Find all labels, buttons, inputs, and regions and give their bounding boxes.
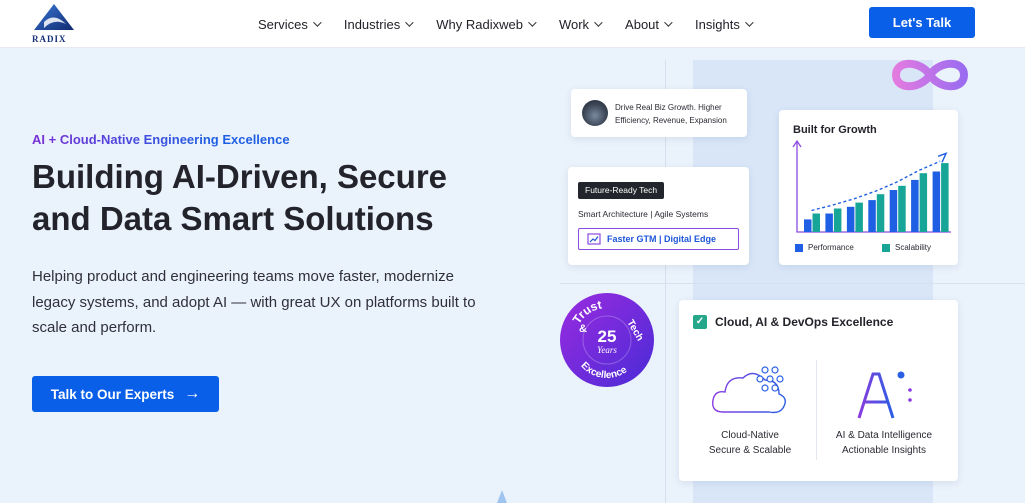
bar-performance-4 [868,200,876,232]
feature-cloud-native: Cloud-Native Secure & Scalable [708,430,792,456]
badge-ring-left: & [579,323,587,335]
ai-letters-icon [857,371,912,419]
main-nav: Services Industries Why Radixweb Work Ab… [258,0,776,48]
bar-performance-1 [804,219,812,232]
badge-number: 25 [598,327,617,346]
growth-bar-chart [792,139,951,233]
chevron-down-icon [594,18,603,27]
legend-swatch-scalability [882,243,890,252]
cloud-network-icon [712,366,786,414]
bar-performance-6 [911,179,919,232]
nav-work[interactable]: Work [559,17,603,32]
growth-chart-icon [587,233,601,245]
bar-performance-3 [846,206,855,232]
feature-divider [816,360,817,460]
chevron-down-icon [405,18,414,27]
nav-services[interactable]: Services [258,17,322,32]
legend-scalability: Scalability [882,243,931,252]
nav-industries[interactable]: Industries [344,17,414,32]
cloud-card-title: Cloud, AI & DevOps Excellence [715,315,894,329]
badge-unit: Years [597,345,617,355]
chevron-down-icon [664,18,673,27]
future-ready-card: Future-Ready Tech Smart Architecture | A… [568,167,749,265]
bar-performance-7 [932,171,941,232]
bar-performance-5 [889,190,898,232]
bar-scalability-3 [855,202,863,232]
growth-card: Drive Real Biz Growth. Higher Efficiency… [571,89,747,137]
arrow-right-icon: → [184,385,201,402]
legend-performance: Performance [795,243,854,252]
bar-scalability-7 [941,163,949,232]
bar-scalability-2 [833,208,842,232]
grid-line [560,283,1025,284]
smart-architecture-text: Smart Architecture | Agile Systems [578,209,709,219]
nav-insights[interactable]: Insights [695,17,754,32]
cloud-ai-devops-card: ✓ Cloud, AI & DevOps Excellence Cloud-Na… [679,300,958,481]
decorative-triangle-icon [497,490,507,503]
trust-25-years-badge: Trust Tech & Excellence 25 Years [560,293,654,387]
bar-scalability-1 [812,213,820,232]
growth-avatar [582,100,608,126]
chevron-down-icon [313,18,322,27]
built-for-growth-card: Built for Growth Performance Scalability [779,110,958,265]
chevron-down-icon [528,18,537,27]
lets-talk-button[interactable]: Let's Talk [869,7,975,38]
bar-performance-2 [825,213,833,232]
growth-text: Drive Real Biz Growth. Higher Efficiency… [615,103,727,125]
nav-why-radixweb[interactable]: Why Radixweb [436,17,537,32]
site-header: RADIX Services Industries Why Radixweb W… [0,0,1025,48]
checkmark-icon: ✓ [693,315,707,329]
legend-swatch-performance [795,243,803,252]
hero-eyebrow: AI + Cloud-Native Engineering Excellence [32,132,290,147]
future-ready-tag: Future-Ready Tech [578,182,665,199]
bar-scalability-6 [919,173,928,232]
chevron-down-icon [745,18,754,27]
faster-gtm-pill: Faster GTM | Digital Edge [578,228,739,250]
hero-headline: Building AI-Driven, Secure and Data Smar… [32,158,448,237]
trend-arrow-icon [937,152,948,163]
infinity-icon [891,59,969,91]
logo-wordmark: RADIX [32,34,67,44]
bar-scalability-5 [898,185,906,232]
bar-scalability-4 [876,194,885,232]
hero-subtext: Helping product and engineering teams mo… [32,268,476,336]
nav-about[interactable]: About [625,17,673,32]
talk-to-experts-button[interactable]: Talk to Our Experts → [32,376,219,412]
feature-ai-data-intelligence: AI & Data Intelligence Actionable Insigh… [835,430,933,456]
